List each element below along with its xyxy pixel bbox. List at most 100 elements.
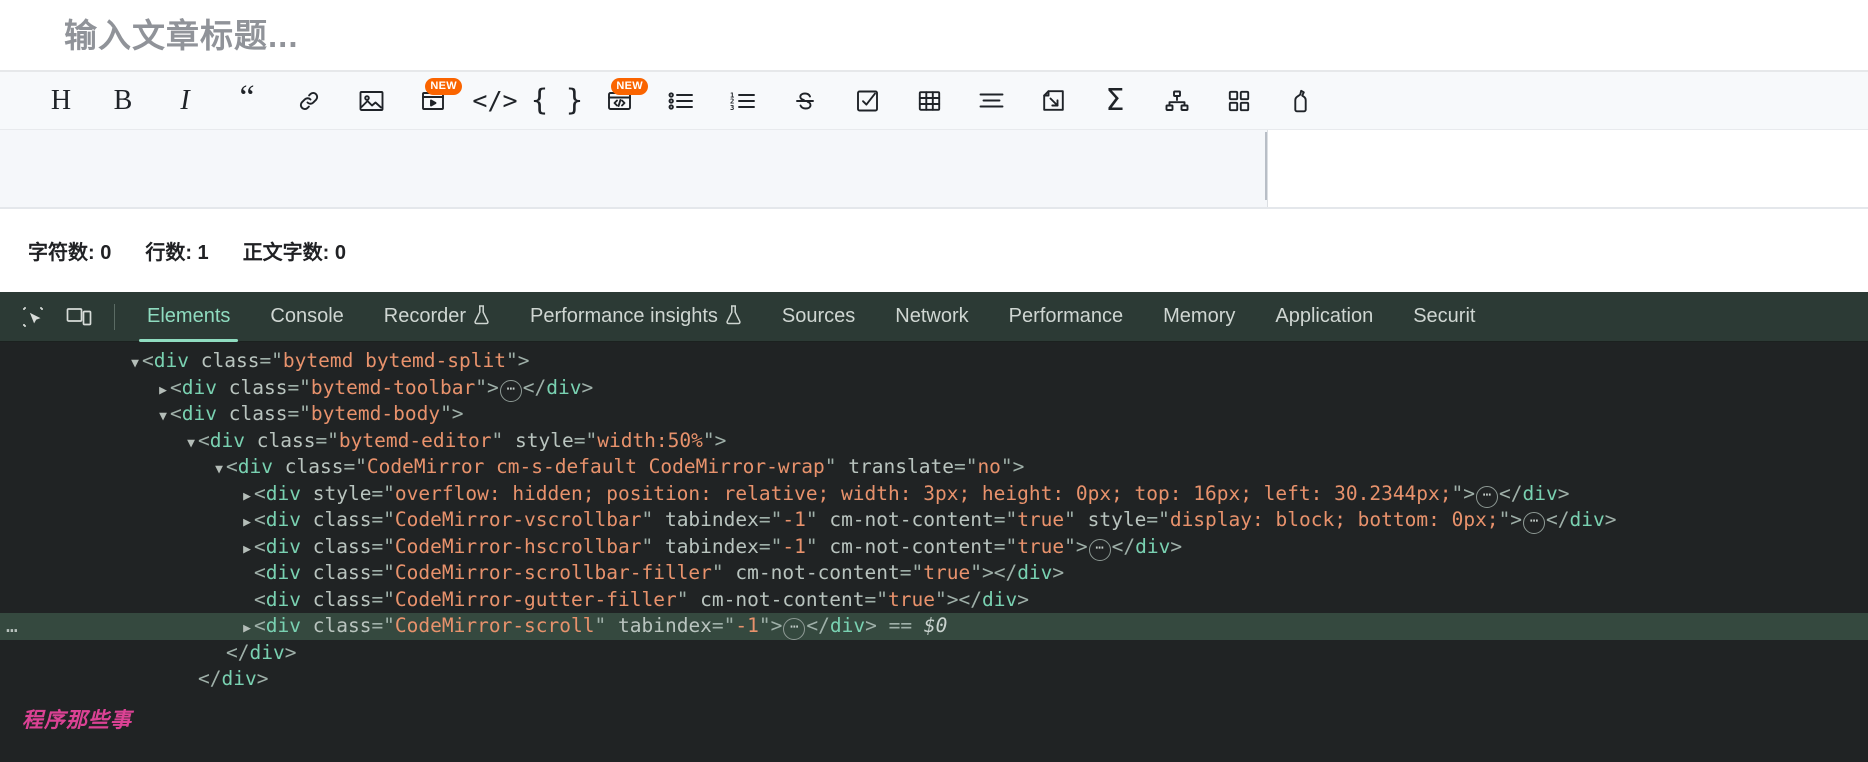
toolbar-insert-page-button[interactable]: [1022, 79, 1084, 123]
dom-node[interactable]: ▼ <div class="bytemd-editor" style="width…: [0, 428, 1868, 455]
table-icon: [918, 90, 941, 112]
code-val: -1: [735, 614, 759, 637]
toolbar-align-button[interactable]: [960, 79, 1022, 123]
tab-performance-insights[interactable]: Performance insights: [510, 292, 762, 342]
toolbar-image-button[interactable]: [340, 79, 402, 123]
tab-sources[interactable]: Sources: [762, 292, 875, 342]
tab-label: Sources: [781, 305, 856, 327]
code-tag: div: [153, 349, 189, 372]
tab-recorder[interactable]: Recorder: [364, 292, 510, 342]
tab-elements[interactable]: Elements: [127, 292, 250, 342]
toolbar-italic-button[interactable]: I: [154, 79, 216, 123]
preview-half[interactable]: [1269, 130, 1868, 208]
dom-node[interactable]: ▶ <div style="overflow: hidden; position:…: [0, 481, 1868, 508]
dom-node[interactable]: ▶</div>: [0, 640, 1868, 667]
tab-label: Recorder: [383, 305, 467, 327]
toolbar-task-list-button[interactable]: [836, 79, 898, 123]
expand-children-icon[interactable]: ⋯: [1523, 512, 1546, 534]
code-tag: div: [249, 640, 285, 664]
toolbar-code-window-button[interactable]: NEW: [588, 77, 650, 123]
device-toolbar-icon[interactable]: [56, 297, 102, 337]
code-val: bytemd-body: [310, 402, 441, 425]
toolbar-code-button[interactable]: </>: [464, 79, 526, 123]
devtools-panel: Elements Console Recorder Performance insig…: [0, 292, 1868, 762]
code-eq: ==: [888, 614, 913, 637]
code-attr: class: [312, 614, 372, 637]
toolbar-numbered-list-button[interactable]: 123: [712, 79, 774, 123]
expand-children-icon[interactable]: ⋯: [783, 618, 806, 640]
expand-children-icon[interactable]: ⋯: [1476, 485, 1499, 508]
node-content: ▶</div>: [184, 667, 268, 690]
inspect-element-icon[interactable]: [10, 297, 56, 337]
dom-node[interactable]: ▶ <div class="CodeMirror-hscrollbar" tabi…: [0, 534, 1868, 561]
node-spacer: ▶: [184, 669, 198, 696]
italic-icon: I: [180, 84, 190, 116]
toolbar-grid-cards-button[interactable]: [1208, 79, 1270, 123]
line-count-label: 行数: 1: [145, 242, 209, 264]
dom-node[interactable]: ▼ <div class="CodeMirror cm-s-default Cod…: [0, 454, 1868, 481]
code-punct: =": [953, 455, 978, 478]
article-title-input[interactable]: 输入文章标题...: [64, 19, 299, 52]
toolbar-table-button[interactable]: [898, 79, 960, 123]
expand-children-icon[interactable]: ⋯: [499, 379, 522, 402]
code-attr: style: [1087, 508, 1147, 531]
tab-network[interactable]: Network: [875, 292, 988, 342]
dom-node-selected[interactable]: … ▶ <div class="CodeMirror-scroll" tabinde…: [0, 613, 1868, 640]
toolbar-code-block-button[interactable]: { }: [526, 79, 588, 123]
toolbar-formula-button[interactable]: Σ: [1084, 79, 1146, 123]
code-tag: div: [829, 614, 866, 637]
toolbar-link-button[interactable]: [278, 79, 340, 123]
markdown-editor-pane: 输入文章标题... H B I “ NEW </> { } NEW 1 2 3 Σ 字符数: 0 行数…: [0, 0, 1868, 292]
toolbar-bold-button[interactable]: B: [92, 79, 154, 123]
code-punct: =": [371, 614, 395, 637]
dom-tree[interactable]: ▼ <div class="bytemd bytemd-split"> ▶ <div …: [0, 342, 1868, 762]
dom-node[interactable]: ▶<div class="CodeMirror-scrollbar-filler…: [0, 560, 1868, 587]
dom-node[interactable]: ▶ <div class="CodeMirror-vscrollbar" tabi…: [0, 507, 1868, 534]
expand-children-icon[interactable]: ⋯: [1088, 538, 1111, 561]
code-attr: class: [228, 375, 288, 399]
codemirror-editor-half[interactable]: [0, 130, 1268, 208]
toolbar-separator: [114, 303, 115, 330]
node-content: ▶ <div class="bytemd-toolbar"> ⋯ </div>: [156, 375, 593, 402]
dom-node[interactable]: ▼ <div class="bytemd bytemd-split">: [0, 348, 1868, 375]
toolbar-highlighter-button[interactable]: [1270, 79, 1332, 123]
tab-performance[interactable]: Performance: [989, 292, 1144, 342]
code-punct: ">: [1000, 455, 1025, 478]
tab-label: Console: [270, 305, 344, 327]
dom-node[interactable]: ▼ <div class="bytemd-body">: [0, 401, 1868, 428]
dom-node[interactable]: ▶</div>: [0, 666, 1868, 693]
code-attr: cm-not-content: [829, 534, 994, 558]
code-punct: =": [711, 614, 736, 637]
code-attr: translate: [848, 455, 954, 478]
code-tag: div: [221, 667, 257, 690]
code-punct: <: [254, 561, 266, 584]
code-val: true: [1017, 508, 1065, 531]
tab-application[interactable]: Application: [1255, 292, 1393, 342]
dom-node[interactable]: ▶ <div class="bytemd-toolbar"> ⋯ </div>: [0, 375, 1868, 402]
tab-memory[interactable]: Memory: [1143, 292, 1255, 342]
code-attr: tabindex: [664, 534, 759, 558]
code-val: CodeMirror-vscrollbar: [394, 508, 642, 531]
tab-console[interactable]: Console: [250, 292, 363, 342]
grid-cards-icon: [1228, 90, 1250, 112]
code-val: CodeMirror-scrollbar-filler: [394, 561, 712, 584]
code-tag: div: [265, 587, 301, 611]
tab-label: Performance: [1008, 305, 1124, 327]
code-punct: <: [254, 481, 266, 505]
code-punct: >: [1557, 481, 1570, 505]
quote-icon: “: [239, 78, 255, 116]
code-val: CodeMirror cm-s-default CodeMirror-wrap: [366, 455, 825, 478]
toolbar-strikethrough-button[interactable]: [774, 79, 836, 123]
toolbar-mindmap-button[interactable]: [1146, 79, 1208, 123]
toolbar-bulleted-list-button[interactable]: [650, 79, 712, 123]
tab-label: Application: [1275, 305, 1374, 327]
code-punct: ": [641, 508, 665, 531]
tab-securit[interactable]: Securit: [1393, 292, 1495, 342]
code-val: CodeMirror-scroll: [394, 614, 595, 637]
code-punct: =": [315, 428, 339, 452]
node-content: ▶<div class="CodeMirror-scrollbar-filler…: [240, 561, 1064, 584]
toolbar-video-button[interactable]: NEW: [402, 77, 464, 123]
toolbar-heading-button[interactable]: H: [30, 79, 92, 123]
dom-node[interactable]: ▶<div class="CodeMirror-gutter-filler" c…: [0, 587, 1868, 614]
toolbar-quote-button[interactable]: “: [216, 79, 278, 123]
